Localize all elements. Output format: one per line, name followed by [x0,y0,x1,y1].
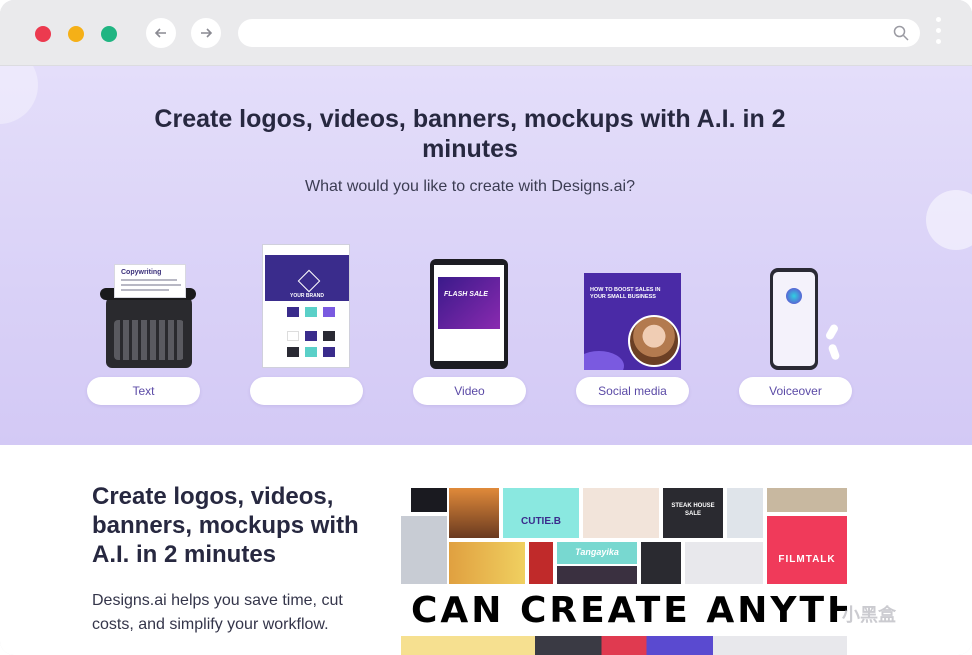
tile-film-text: FILMTALK [778,554,836,565]
minimize-window-button[interactable] [68,26,84,42]
browser-toolbar [0,0,972,66]
hero-section: Create logos, videos, banners, mockups w… [0,66,972,445]
tile-script-text: Tangayika [575,547,619,557]
maximize-window-button[interactable] [101,26,117,42]
mosaic-tile: FILMTALK [767,516,847,586]
mosaic-tile [557,566,637,586]
tablet-video-illustration[interactable]: FLASH SALE [430,259,508,369]
section-title: Create logos, videos, banners, mockups w… [92,483,359,568]
mosaic-tile [583,488,659,538]
decor-bubble [926,190,972,250]
mosaic-tile [529,542,553,586]
mosaic-tile [767,488,847,512]
banner-text: CAN CREATE ANYTH [411,590,847,631]
mosaic-tile: STEAK HOUSE SALE [663,488,723,538]
mosaic-tile [727,488,763,538]
mosaic-tile [685,542,763,586]
watermark-text: 小黑盒 [842,605,896,625]
social-post-illustration[interactable]: HOW TO BOOST SALES IN YOUR SMALL BUSINES… [584,273,681,370]
mosaic-tile: CUTIE.B [503,488,579,538]
tile-cutie-text: CUTIE.B [521,516,561,527]
section-description: Designs.ai helps you save time, cut cost… [92,592,343,633]
mosaic-tile: Tangayika [557,542,637,564]
tile-steak-text: STEAK HOUSE SALE [671,503,715,517]
paper-heading: Copywriting [121,269,162,276]
phone-voiceover-illustration[interactable] [770,268,818,370]
mosaic-tile [401,516,447,586]
category-voiceover-button[interactable]: Voiceover [739,377,852,405]
mosaic-tile [449,488,499,538]
search-icon[interactable] [892,24,910,42]
social-text: HOW TO BOOST SALES IN YOUR SMALL BUSINES… [590,287,661,300]
decor-bubble [0,66,38,124]
close-window-button[interactable] [35,26,51,42]
portrait-image [628,315,680,367]
voice-orb-icon [786,288,802,304]
brand-text: YOUR BRAND [290,293,324,299]
mosaic-tile [449,542,525,586]
earbud-icon [824,323,840,341]
forward-button[interactable] [191,18,221,48]
hero-title: Create logos, videos, banners, mockups w… [154,105,786,163]
category-video-button[interactable]: Video [413,377,526,405]
mosaic-tile [401,636,847,655]
mosaic-tile [641,542,681,586]
video-text: FLASH SALE [444,291,488,298]
kebab-menu-icon[interactable] [934,17,942,49]
back-button[interactable] [146,18,176,48]
arrow-left-icon [154,28,166,38]
brand-kit-illustration[interactable]: YOUR BRAND [262,244,350,368]
browser-window: Create logos, videos, banners, mockups w… [0,0,972,655]
design-mosaic: CUTIE.B STEAK HOUSE SALE FILMTALK Tangay… [401,486,847,655]
category-social-media-button[interactable]: Social media [576,377,689,405]
hero-subtitle: What would you like to create with Desig… [305,178,635,195]
features-section: Create logos, videos, banners, mockups w… [0,445,972,655]
address-bar[interactable] [238,19,920,47]
mosaic-tile [411,488,447,512]
typewriter-illustration[interactable]: Copywriting [100,264,196,368]
arrow-right-icon [201,28,213,38]
logo-mark-icon [297,269,321,293]
earbud-icon [827,343,841,361]
category-brand-button[interactable] [250,377,363,405]
category-text-button[interactable]: Text [87,377,200,405]
